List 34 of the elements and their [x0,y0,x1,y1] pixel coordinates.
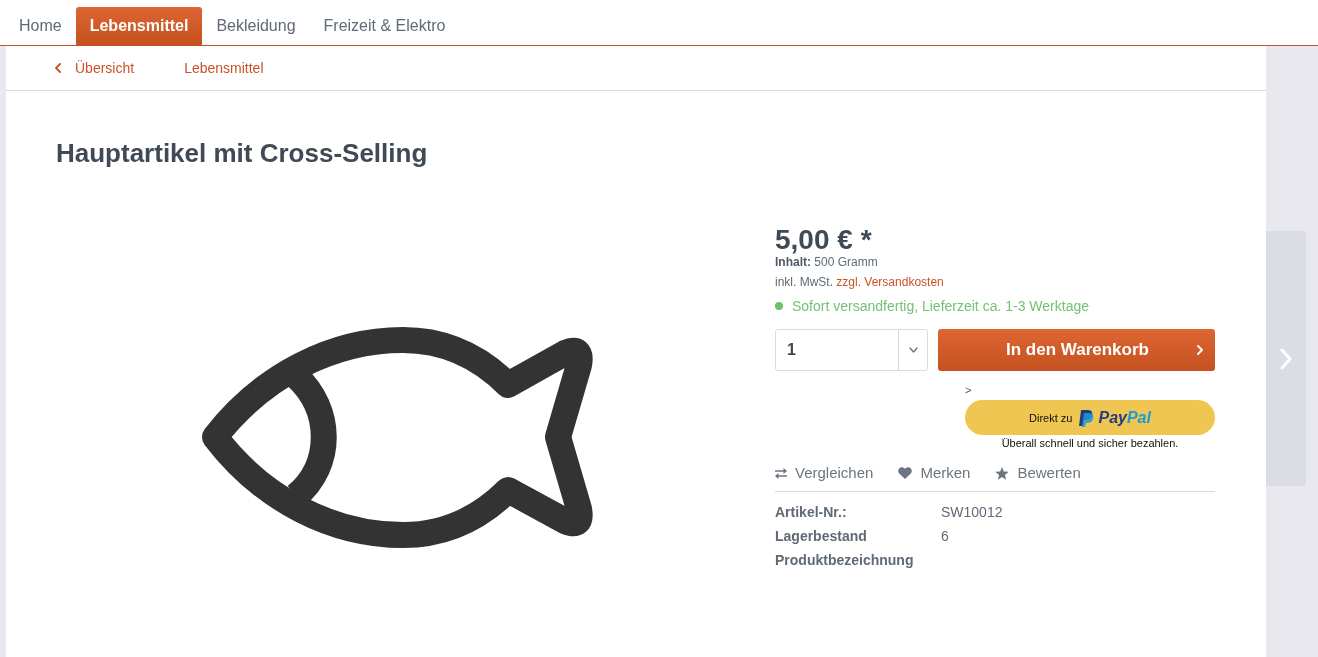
breadcrumb-link[interactable]: Lebensmittel [184,60,264,76]
paypal-button[interactable]: Direkt zu PayPal [965,400,1215,435]
nav-tab[interactable]: Freizeit & Elektro [309,7,460,45]
chevron-right-icon [1197,345,1203,355]
quantity-select[interactable]: 1 [775,329,928,371]
price: 5,00 € * [775,226,873,254]
tax-note: inkl. MwSt. zzgl. Versandkosten [775,274,945,290]
property-value: SW10012 [941,504,1003,520]
property-value: 6 [941,528,949,544]
chevron-down-icon [908,347,918,353]
nav-tab[interactable]: Home [5,7,76,45]
nav-tab[interactable]: Bekleidung [202,7,310,45]
action-link[interactable]: Vergleichen [775,463,874,483]
heart-icon [898,467,913,479]
action-link[interactable]: Merken [898,463,971,483]
next-product-button[interactable] [1266,231,1306,486]
add-to-cart-button[interactable]: In den Warenkorb [938,329,1215,371]
nav-tab[interactable]: Lebensmittel [75,7,203,45]
property-label: Produktbezeichnung [775,552,915,568]
back-link[interactable]: Übersicht [55,60,135,76]
star-icon [995,466,1010,480]
product-title: Hauptartikel mit Cross-Selling [56,137,429,169]
chevron-left-icon [55,63,61,73]
content-amount: Inhalt: 500 Gramm [775,254,879,270]
property-label: Lagerbestand [775,528,868,544]
logo-icon [1078,408,1095,427]
delivery-status: Sofort versandfertig, Lieferzeit ca. 1-3 Werktage [792,297,1089,316]
swap-arrows-icon [775,467,787,479]
chevron-right-icon [1280,347,1292,370]
property-label: Artikel-Nr.: [775,504,848,520]
action-link[interactable]: Bewerten [995,463,1081,483]
shipping-costs-link[interactable]: zzgl. Versandkosten [836,275,944,289]
angle-bracket-text: > [965,383,973,397]
payment-note: Überall schnell und sicher bezahlen. [1000,437,1180,450]
